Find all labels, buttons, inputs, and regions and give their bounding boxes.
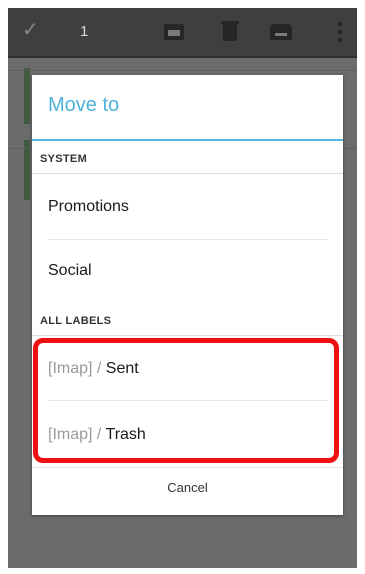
action-bar: ✓ 1 — [8, 8, 357, 58]
background-list-marker — [24, 68, 30, 124]
section-header-system: SYSTEM — [40, 153, 88, 165]
check-icon[interactable]: ✓ — [22, 20, 39, 40]
highlight-box — [33, 338, 339, 463]
archive-icon[interactable] — [164, 24, 184, 40]
section-header-all-labels: ALL LABELS — [40, 315, 112, 327]
dialog-title: Move to — [48, 94, 120, 116]
move-to-icon[interactable] — [270, 24, 292, 40]
trash-icon[interactable] — [221, 21, 239, 41]
selected-count: 1 — [80, 23, 89, 40]
section-divider — [32, 335, 343, 336]
background-divider — [8, 70, 357, 71]
item-divider — [48, 239, 327, 240]
label-item-social[interactable]: Social — [48, 261, 92, 281]
section-divider — [32, 173, 343, 174]
background-list-marker — [24, 140, 30, 200]
cancel-divider — [32, 467, 343, 468]
overflow-menu-icon[interactable] — [338, 22, 342, 42]
cancel-button[interactable]: Cancel — [32, 480, 343, 496]
label-item-promotions[interactable]: Promotions — [48, 197, 129, 217]
title-divider — [32, 139, 343, 141]
